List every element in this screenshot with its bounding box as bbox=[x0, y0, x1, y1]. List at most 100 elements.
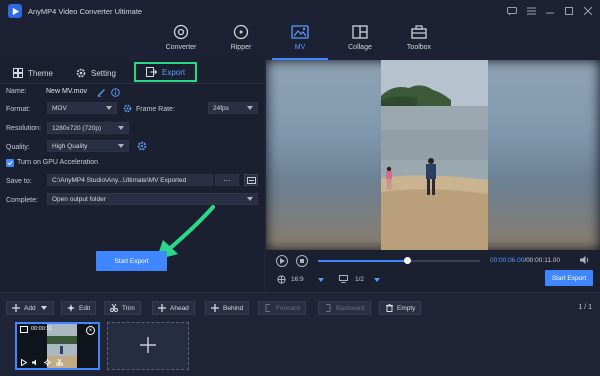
ahead-label: Ahead bbox=[170, 304, 189, 312]
current-time: 00:00:06.00 bbox=[490, 257, 525, 264]
chevron-down-icon bbox=[118, 126, 124, 130]
forward-button[interactable]: Forward bbox=[258, 301, 306, 315]
format-label: Format: bbox=[6, 106, 31, 113]
scissors-icon[interactable] bbox=[56, 359, 63, 366]
chevron-down-icon bbox=[247, 106, 253, 110]
quality-select[interactable]: High Quality bbox=[47, 140, 129, 152]
window-controls bbox=[504, 3, 596, 19]
start-export-button[interactable]: Start Export bbox=[96, 251, 167, 271]
converter-icon bbox=[172, 24, 190, 40]
plus-icon bbox=[211, 304, 219, 312]
nav-collage[interactable]: Collage bbox=[332, 24, 388, 58]
volume-icon[interactable] bbox=[32, 359, 39, 366]
format-select[interactable]: MOV bbox=[47, 102, 117, 114]
add-label: Add bbox=[24, 304, 36, 312]
save-path-value: C:\AnyMP4 Studio\Any...Ultimate\MV Expor… bbox=[52, 176, 187, 184]
stop-icon[interactable] bbox=[296, 255, 308, 267]
quality-gear-icon[interactable] bbox=[137, 141, 147, 151]
tab-export-label: Export bbox=[162, 67, 186, 77]
nav-converter[interactable]: Converter bbox=[153, 24, 209, 58]
page-chevron-down-icon[interactable] bbox=[374, 278, 380, 282]
preview-image bbox=[381, 60, 488, 250]
maximize-icon[interactable] bbox=[561, 3, 577, 19]
scissors-icon bbox=[110, 304, 118, 312]
plus-icon bbox=[140, 337, 156, 355]
empty-button[interactable]: Empty bbox=[379, 301, 422, 315]
backward-button[interactable]: Backward bbox=[318, 301, 371, 315]
browse-button[interactable]: ··· bbox=[215, 174, 239, 186]
app-logo-icon bbox=[8, 4, 22, 18]
behind-label: Behind bbox=[223, 304, 244, 312]
nav-mv[interactable]: MV bbox=[272, 24, 328, 60]
quality-label: Quality: bbox=[6, 144, 30, 151]
tab-theme-label: Theme bbox=[28, 68, 53, 78]
effect-star-icon[interactable] bbox=[44, 359, 51, 366]
progress-slider[interactable] bbox=[318, 257, 480, 264]
minimize-icon[interactable] bbox=[542, 3, 558, 19]
gear-icon bbox=[75, 68, 86, 79]
disc-icon bbox=[232, 24, 250, 40]
clip-duration: 00:00:11 bbox=[31, 326, 53, 332]
close-icon[interactable] bbox=[580, 3, 596, 19]
quality-value: High Quality bbox=[52, 142, 88, 150]
ahead-button[interactable]: Ahead bbox=[152, 301, 195, 315]
edit-button[interactable]: Edit bbox=[61, 301, 97, 315]
remove-clip-icon[interactable]: × bbox=[86, 326, 95, 335]
nav-collage-label: Collage bbox=[348, 44, 372, 51]
resolution-value: 1280x720 (720p) bbox=[52, 124, 102, 132]
complete-label: Complete: bbox=[6, 197, 38, 204]
empty-label: Empty bbox=[397, 304, 416, 312]
trim-button[interactable]: Trim bbox=[104, 301, 141, 315]
menu-icon[interactable] bbox=[523, 3, 539, 19]
nav-toolbox-label: Toolbox bbox=[406, 44, 432, 51]
play-icon[interactable] bbox=[276, 255, 288, 267]
edit-label: Edit bbox=[79, 304, 91, 312]
frame-rate-label: Frame Rate: bbox=[136, 106, 175, 113]
name-value: New MV.mov bbox=[46, 88, 87, 95]
edit-name-icon[interactable] bbox=[96, 87, 106, 97]
preview-frame bbox=[381, 60, 488, 250]
monitor-icon[interactable] bbox=[338, 274, 348, 284]
nav-ripper[interactable]: Ripper bbox=[213, 24, 269, 58]
volume-icon[interactable] bbox=[580, 255, 590, 265]
bracket-icon bbox=[324, 304, 332, 312]
plus-icon bbox=[12, 304, 20, 312]
app-title: AnyMP4 Video Converter Ultimate bbox=[28, 6, 143, 16]
resolution-select[interactable]: 1280x720 (720p) bbox=[47, 122, 129, 134]
tab-setting-label: Setting bbox=[91, 68, 116, 78]
save-path-field[interactable]: C:\AnyMP4 Studio\Any...Ultimate\MV Expor… bbox=[47, 174, 213, 186]
panel-tabs: Theme Setting Export bbox=[0, 60, 264, 84]
add-button[interactable]: Add bbox=[6, 301, 54, 315]
forward-label: Forward bbox=[276, 304, 300, 312]
tab-theme[interactable]: Theme bbox=[12, 64, 53, 82]
nav-toolbox[interactable]: Toolbox bbox=[391, 24, 447, 58]
main-nav: Converter Ripper MV Collage Toolbox bbox=[0, 22, 600, 60]
trash-icon bbox=[385, 304, 393, 312]
info-icon[interactable] bbox=[110, 87, 120, 97]
play-icon[interactable] bbox=[20, 359, 27, 366]
toolbox-icon bbox=[410, 24, 428, 40]
page-indicator: 1/2 bbox=[355, 276, 365, 283]
gpu-checkbox[interactable] bbox=[6, 159, 14, 167]
progress-handle[interactable] bbox=[403, 257, 411, 264]
chevron-down-icon bbox=[118, 144, 124, 148]
format-settings-gear-icon[interactable] bbox=[122, 103, 132, 113]
aspect-ratio-value[interactable]: 16:9 bbox=[291, 276, 304, 283]
time-readout: 00:00:06.00/00:00:11.00 bbox=[490, 257, 560, 264]
tab-setting[interactable]: Setting bbox=[75, 64, 116, 82]
timeline-clip[interactable]: 00:00:11 × bbox=[15, 322, 100, 370]
aspect-ratio-icon[interactable] bbox=[276, 274, 286, 284]
add-clip-button[interactable] bbox=[107, 322, 189, 370]
nav-converter-label: Converter bbox=[165, 44, 197, 51]
frame-rate-select[interactable]: 24fps bbox=[208, 102, 258, 114]
chat-icon[interactable] bbox=[504, 3, 520, 19]
tab-export[interactable]: Export bbox=[134, 62, 198, 82]
resolution-label: Resolution: bbox=[6, 125, 42, 132]
complete-value: Open output folder bbox=[52, 195, 106, 203]
chevron-down-icon bbox=[106, 106, 112, 110]
aspect-chevron-down-icon[interactable] bbox=[318, 278, 324, 282]
preview-export-button[interactable]: Start Export bbox=[545, 270, 593, 286]
chevron-down-icon bbox=[40, 304, 48, 312]
open-folder-icon[interactable] bbox=[244, 174, 258, 186]
behind-button[interactable]: Behind bbox=[205, 301, 250, 315]
